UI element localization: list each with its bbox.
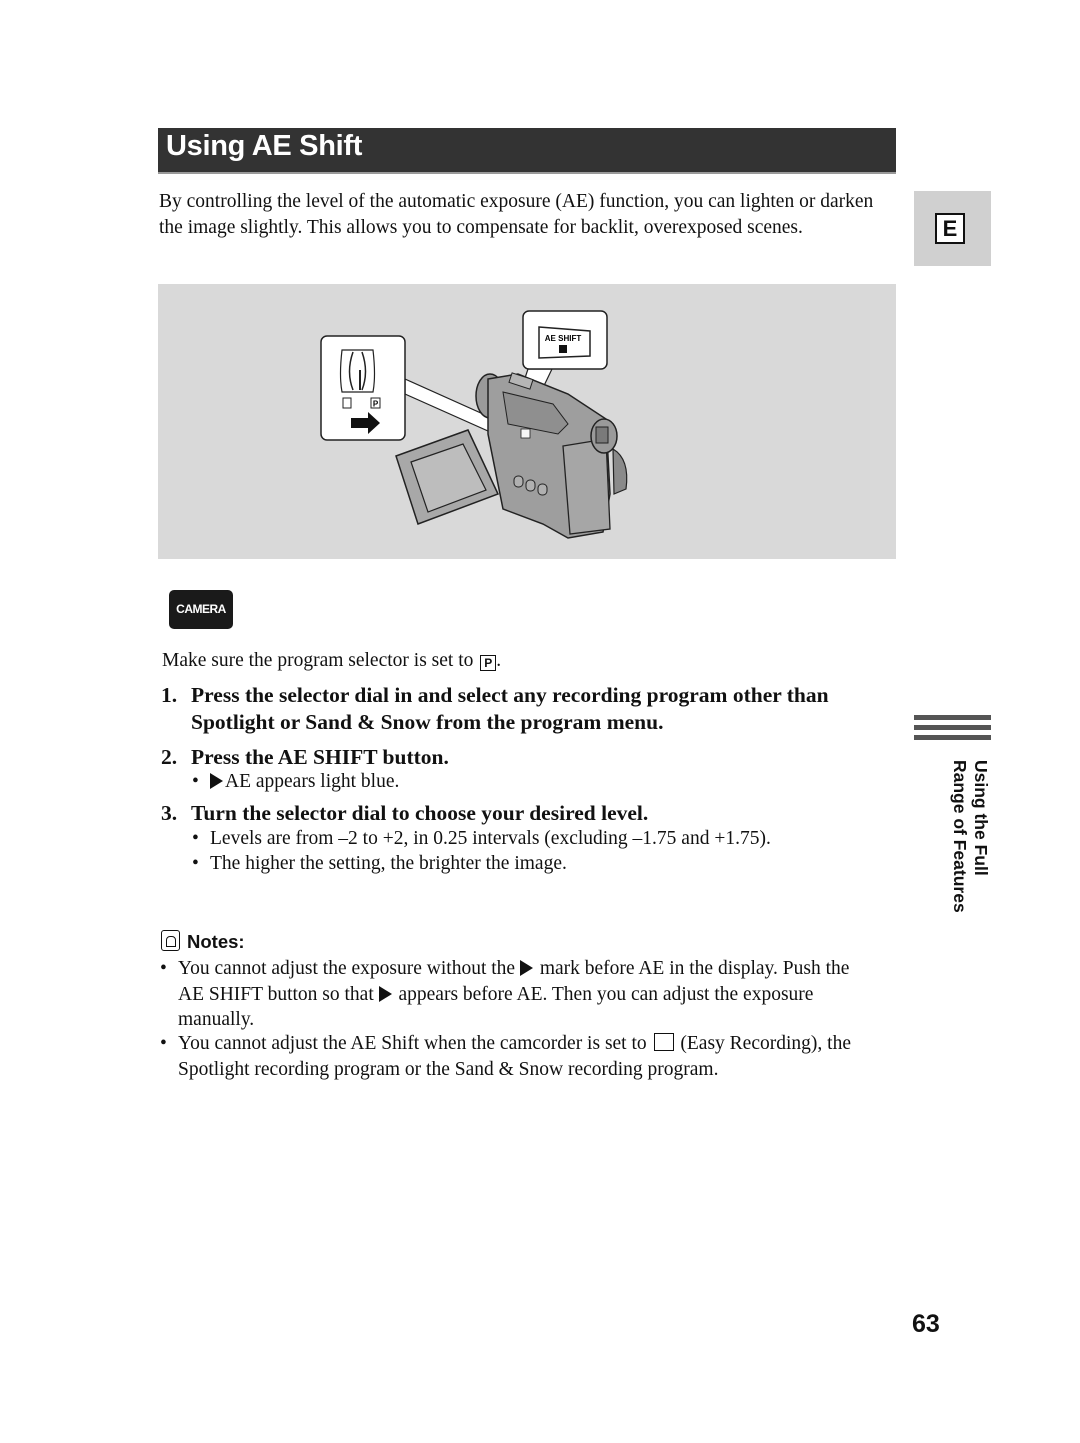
section-bar bbox=[914, 715, 991, 720]
camera-mode-badge: CAMERA bbox=[169, 590, 233, 629]
note-icon bbox=[161, 930, 180, 951]
section-marker bbox=[914, 715, 991, 745]
page-title: Using AE Shift bbox=[166, 130, 363, 162]
title-bar: Using AE Shift bbox=[158, 128, 896, 174]
step-2-bullet: • AE appears light blue. bbox=[192, 771, 400, 792]
intro-paragraph: By controlling the level of the automati… bbox=[159, 191, 874, 238]
ae-shift-button-highlight bbox=[520, 428, 531, 439]
easy-recording-icon bbox=[653, 1033, 674, 1051]
lcd-panel bbox=[395, 429, 500, 525]
notes-heading: Notes: bbox=[161, 930, 245, 953]
step-3: 3. Turn the selector dial to choose your … bbox=[161, 801, 649, 825]
note-1: • You cannot adjust the exposure without … bbox=[160, 958, 850, 1030]
language-tab: E bbox=[914, 191, 991, 266]
step-2: 2. Press the AE SHIFT button. bbox=[161, 745, 449, 769]
note-2: • You cannot adjust the AE Shift when the… bbox=[160, 1033, 851, 1080]
p-mode-symbol: P bbox=[480, 655, 497, 671]
ae-shift-label: AE SHIFT bbox=[545, 334, 582, 343]
camcorder-drawing: P AE SHIFT bbox=[320, 310, 628, 539]
prerequisite-text: Make sure the program selector is set to… bbox=[162, 650, 502, 671]
play-mark-icon bbox=[378, 985, 392, 1002]
ae-shift-button-icon bbox=[559, 345, 567, 353]
selector-callout: P bbox=[320, 335, 406, 441]
language-letter: E bbox=[935, 213, 965, 244]
section-label: Using the Full Range of Features bbox=[950, 760, 991, 913]
step-3-bullet-1: • Levels are from –2 to +2, in 0.25 inter… bbox=[192, 828, 771, 849]
p-mode-label: P bbox=[373, 400, 379, 409]
step-1: 1. Press the selector dial in and select … bbox=[161, 683, 829, 734]
step-3-bullet-2: • The higher the setting, the brighter th… bbox=[192, 853, 567, 874]
camcorder-illustration: P AE SHIFT bbox=[158, 284, 896, 559]
play-mark-icon bbox=[519, 960, 533, 976]
easy-mode-icon bbox=[342, 397, 352, 409]
camcorder-body bbox=[475, 372, 628, 539]
section-bar bbox=[914, 725, 991, 730]
play-mark-icon bbox=[210, 773, 223, 789]
section-bar bbox=[914, 735, 991, 740]
ae-shift-callout: AE SHIFT bbox=[522, 310, 608, 370]
page-number: 63 bbox=[912, 1310, 940, 1338]
